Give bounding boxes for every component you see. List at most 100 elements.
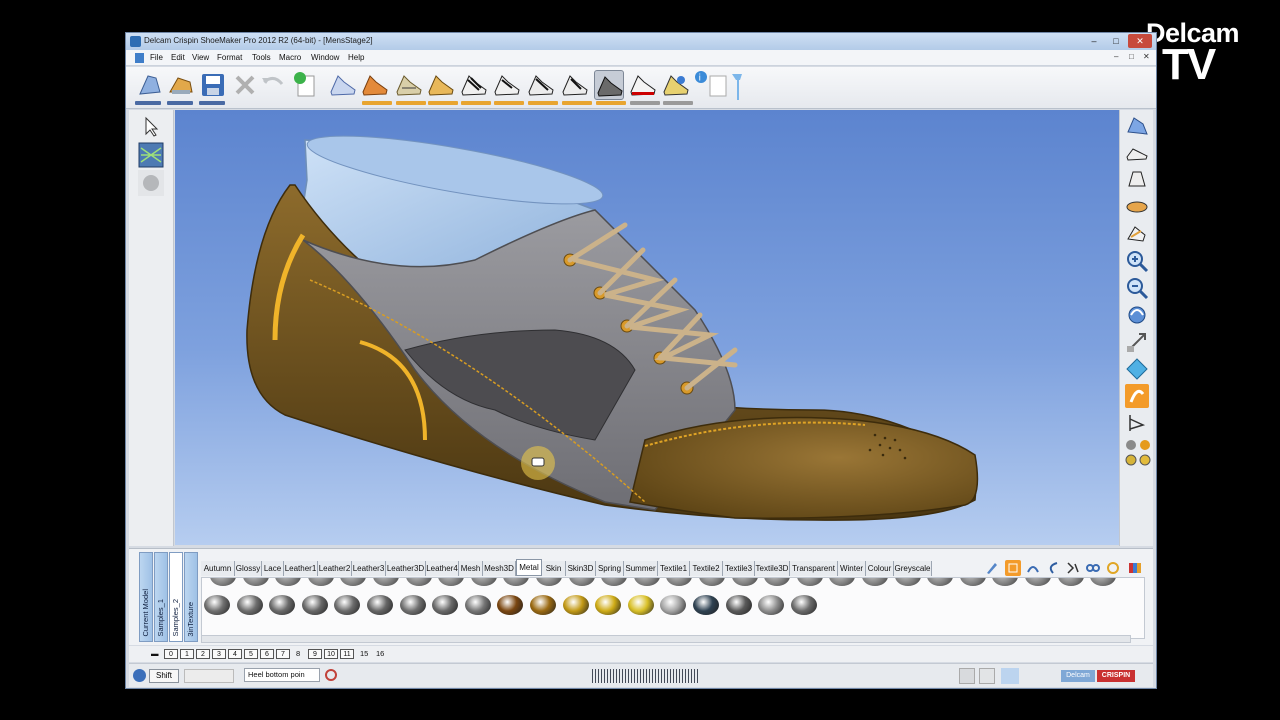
material-tab-metal[interactable]: Metal [516, 559, 542, 576]
pan-icon[interactable] [1125, 330, 1149, 354]
layer-label[interactable]: 15 [360, 649, 368, 658]
layer-toggle[interactable]: 5 [244, 649, 258, 659]
material-swatch[interactable] [432, 595, 459, 615]
layer-toggle[interactable]: 9 [308, 649, 322, 659]
material-swatch[interactable] [660, 595, 687, 615]
material-swatch[interactable] [497, 595, 524, 615]
light-yellow-icon[interactable] [1125, 453, 1137, 466]
material-swatch[interactable] [301, 595, 328, 615]
material-swatch[interactable] [405, 578, 432, 586]
material-swatch[interactable] [666, 578, 693, 586]
material-swatch[interactable] [367, 595, 393, 615]
layer-toggle[interactable]: 6 [260, 649, 274, 659]
modifier-keys-icon[interactable] [184, 669, 234, 683]
shoe-lines-2-icon[interactable] [426, 70, 456, 100]
menu-macro[interactable]: Macro [279, 53, 301, 62]
material-swatch[interactable] [530, 595, 556, 615]
view-front-icon[interactable] [1125, 168, 1149, 192]
material-swatch[interactable] [242, 578, 269, 586]
material-swatch[interactable] [725, 595, 752, 615]
mdi-minimize-button[interactable]: – [1114, 52, 1118, 61]
material-tab-mesh[interactable]: Mesh [459, 561, 483, 576]
new-icon[interactable] [290, 70, 320, 100]
horizontal-scrollbar[interactable] [201, 635, 1131, 643]
material-tab-leather4[interactable]: Leather4 [426, 561, 459, 576]
shoe-lace-3-icon[interactable] [526, 70, 556, 100]
material-tab-textile2[interactable]: Textile2 [690, 561, 723, 576]
material-tab-glossy[interactable]: Glossy [235, 561, 262, 576]
tab-samples-1[interactable]: Samples_1 [154, 552, 168, 642]
material-tab-textile3[interactable]: Textile3 [723, 561, 755, 576]
menu-tools[interactable]: Tools [252, 53, 271, 62]
menu-format[interactable]: Format [217, 53, 242, 62]
material-swatch[interactable] [503, 578, 530, 586]
material-swatch[interactable] [627, 595, 654, 615]
material-swatch[interactable] [862, 578, 888, 586]
shoe-lace-icon[interactable] [459, 70, 489, 100]
shoe-color-icon[interactable] [661, 70, 691, 100]
play-icon[interactable] [133, 669, 146, 682]
render-icon[interactable] [1125, 384, 1149, 408]
material-tab-colour[interactable]: Colour [866, 561, 894, 576]
mdi-close-button[interactable]: ✕ [1143, 52, 1150, 61]
layer-toggle[interactable]: 4 [228, 649, 242, 659]
undo-icon[interactable] [258, 70, 288, 100]
light-orange-icon[interactable] [1139, 438, 1151, 450]
material-swatch[interactable] [790, 595, 817, 615]
minimize-button[interactable]: – [1084, 34, 1104, 48]
lace-tool-icon[interactable] [1105, 560, 1121, 576]
material-swatch[interactable] [399, 595, 426, 615]
material-swatch[interactable] [796, 578, 823, 586]
shoe-wire-icon[interactable] [328, 70, 358, 100]
stitch-icon[interactable] [1025, 560, 1041, 576]
pen-tool-icon[interactable] [984, 560, 1000, 576]
view-iso-icon[interactable] [1125, 222, 1149, 246]
shoe-sole-icon[interactable] [628, 70, 658, 100]
tab-samples-2[interactable]: Samples_2 [169, 552, 183, 642]
layer-toggle[interactable]: 1 [180, 649, 194, 659]
material-tab-leather2[interactable]: Leather2 [318, 561, 352, 576]
layer-toggle[interactable]: 0 [164, 649, 178, 659]
save-icon[interactable] [198, 70, 228, 100]
zoom-in-icon[interactable] [1125, 249, 1149, 273]
material-swatch[interactable] [693, 595, 719, 615]
material-tab-textile1[interactable]: Textile1 [658, 561, 690, 576]
material-tab-transparent[interactable]: Transparent [790, 561, 838, 576]
material-swatch[interactable] [464, 595, 491, 615]
material-swatch[interactable] [829, 578, 856, 586]
pan-tool-icon[interactable] [959, 668, 975, 684]
zoom-out-icon[interactable] [1125, 276, 1149, 300]
layer-toggle[interactable]: 3 [212, 649, 226, 659]
material-tab-skin3d[interactable]: Skin3D [566, 561, 596, 576]
layer-toggle[interactable]: 10 [324, 649, 338, 659]
view-side-icon[interactable] [1125, 141, 1149, 165]
material-swatch[interactable] [536, 578, 562, 586]
material-swatch[interactable] [470, 578, 497, 586]
material-tab-winter[interactable]: Winter [838, 561, 866, 576]
mesh-select-icon[interactable] [138, 142, 164, 168]
layer-toggle[interactable]: 11 [340, 649, 354, 659]
material-tab-leather3[interactable]: Leather3 [352, 561, 386, 576]
maximize-button[interactable]: □ [1106, 34, 1126, 48]
material-tab-summer[interactable]: Summer [624, 561, 658, 576]
material-swatch[interactable] [373, 578, 399, 586]
material-swatch[interactable] [699, 578, 725, 586]
palette-icon[interactable] [1127, 560, 1143, 576]
section-icon[interactable] [1125, 411, 1149, 435]
delete-icon[interactable] [230, 70, 260, 100]
material-swatch[interactable] [562, 595, 589, 615]
material-swatch[interactable] [438, 578, 465, 586]
layer-label[interactable]: 16 [376, 649, 384, 658]
material-swatch[interactable] [1025, 578, 1051, 586]
material-swatch[interactable] [894, 578, 921, 586]
material-swatch[interactable] [758, 595, 785, 615]
view-top-icon[interactable] [1125, 195, 1149, 219]
tab-current-model[interactable]: Current Model [139, 552, 153, 642]
menu-edit[interactable]: Edit [171, 53, 185, 62]
material-swatch[interactable] [210, 578, 236, 586]
shoe-model[interactable] [175, 110, 1119, 545]
material-tab-spring[interactable]: Spring [596, 561, 624, 576]
material-swatch[interactable] [992, 578, 1019, 586]
pin-icon[interactable] [726, 70, 756, 100]
material-tab-leather3d[interactable]: Leather3D [386, 561, 426, 576]
